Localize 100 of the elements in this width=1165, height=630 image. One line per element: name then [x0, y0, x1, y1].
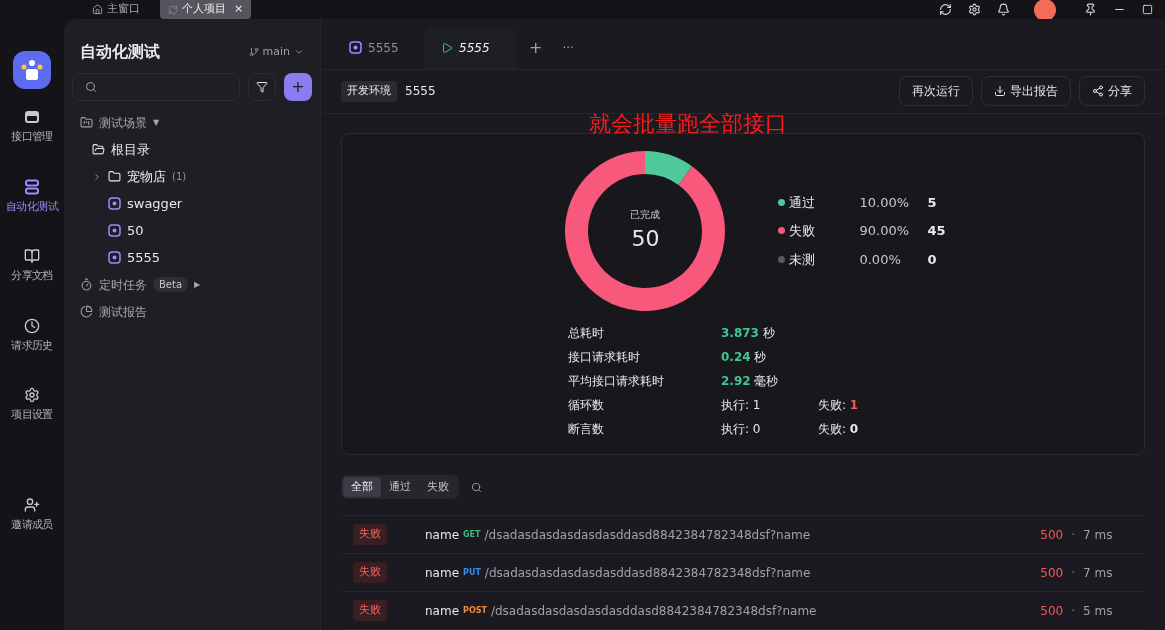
add-button[interactable]: +	[284, 73, 312, 101]
search-field[interactable]	[72, 73, 240, 101]
tree-section[interactable]: 测试场景 ▼	[76, 109, 308, 136]
test-case-icon	[108, 197, 121, 210]
filter-icon	[256, 81, 268, 93]
request-name: name	[425, 526, 460, 544]
editor-tab[interactable]: 5555	[425, 26, 517, 69]
test-case-icon	[108, 224, 121, 237]
method-label: GET	[463, 528, 481, 541]
tree-section[interactable]: 定时任务 Beta ▶	[76, 271, 308, 298]
toolbar-button[interactable]: 分享	[1079, 76, 1145, 107]
add-tab-button[interactable]: +	[517, 26, 555, 69]
env-tag[interactable]: 开发环境	[341, 81, 397, 102]
folder-item[interactable]: 宠物店 (1)	[92, 163, 308, 190]
maximize-icon[interactable]	[1142, 4, 1153, 15]
window-tab[interactable]: 个人项目 ×	[160, 0, 252, 19]
status-tag: 失败	[353, 524, 387, 545]
spinner-icon	[168, 4, 178, 15]
separator-dot: ·	[1071, 564, 1075, 582]
toolbar-button[interactable]: 再次运行	[899, 76, 973, 107]
editor-tab[interactable]: 5555	[333, 26, 425, 69]
status-code: 500	[1040, 602, 1064, 620]
download-icon	[994, 85, 1006, 98]
sync-icon[interactable]	[939, 3, 952, 16]
nav-item[interactable]: 分享文档	[11, 248, 53, 285]
filter-tab[interactable]: 全部	[343, 477, 381, 497]
nav-item[interactable]: 邀请成员	[11, 496, 53, 533]
nav-item[interactable]: 自动化测试	[5, 178, 59, 215]
filter-tab[interactable]: 失败	[419, 477, 457, 497]
api-icon	[24, 109, 40, 125]
stat-label: 断言数	[568, 420, 605, 438]
nav-item[interactable]: 请求历史	[11, 317, 53, 354]
book-icon	[24, 248, 40, 264]
stat-label: 接口请求耗时	[568, 348, 641, 366]
nav-item[interactable]: 项目设置	[11, 387, 53, 424]
status-tag: 失败	[353, 562, 387, 583]
request-path: /dsadasdasdasdasdasddasd8842384782348dsf?name	[484, 564, 811, 582]
stat-value: 0.24 秒	[721, 348, 768, 366]
stat-run: 执行: 1	[721, 396, 762, 414]
legend-label: 失败	[789, 222, 817, 240]
bell-icon[interactable]	[997, 3, 1010, 16]
method-label: PUT	[463, 566, 481, 579]
close-tab-button[interactable]: ×	[234, 1, 244, 18]
search-icon[interactable]	[471, 481, 482, 493]
window-tab[interactable]: 主窗口	[84, 0, 148, 19]
pin-icon[interactable]	[1084, 3, 1097, 16]
beta-badge: Beta	[153, 277, 189, 292]
legend-percent: 0.00%	[859, 250, 902, 269]
test-case-item[interactable]: swagger	[92, 190, 308, 217]
user-avatar[interactable]	[1034, 0, 1056, 21]
stat-label: 平均接口请求耗时	[568, 372, 665, 390]
response-time: 7 ms	[1083, 564, 1114, 582]
search-icon	[85, 81, 97, 93]
toolbar-button[interactable]: 导出报告	[981, 76, 1071, 107]
status-tag: 失败	[353, 600, 387, 621]
tree-section[interactable]: 测试报告	[76, 298, 308, 325]
filter-tab[interactable]: 通过	[381, 477, 419, 497]
result-row[interactable]: 失败 name GET /dsadasdasdasdasdasddasd8842384782348dsf?name 500 · 7 ms	[341, 516, 1145, 554]
caret-icon: ▼	[153, 116, 160, 129]
stat-failed: 失败: 0	[818, 420, 860, 438]
test-case-icon	[349, 41, 362, 55]
legend-label: 未测	[789, 250, 817, 269]
home-icon	[92, 4, 103, 15]
result-row[interactable]: 失败 name PUT /dsadasdasdasdasdasddasd8842384782348dsf?name 500 · 7 ms	[341, 554, 1145, 592]
donut-label: 已完成	[630, 207, 661, 222]
test-case-item[interactable]: 5555	[92, 244, 308, 271]
result-row[interactable]: 失败 name POST /dsadasdasdasdasdasddasd8842384782348dsf?name 500 · 5 ms	[341, 592, 1145, 630]
stat-value: 3.873 秒	[721, 324, 776, 342]
legend-count: 45	[927, 222, 946, 240]
chevron-down-icon	[294, 47, 304, 57]
folder-icon	[80, 116, 93, 129]
nav-item[interactable]: 接口管理	[11, 109, 53, 146]
branch-selector[interactable]: main	[248, 43, 304, 61]
caption-overlay: 就会批量跑全部接口	[589, 113, 787, 134]
team-icon	[19, 59, 45, 81]
legend-count: 0	[927, 250, 937, 269]
request-name: name	[425, 564, 460, 582]
separator-dot: ·	[1071, 602, 1075, 620]
more-button[interactable]: ···	[554, 26, 582, 69]
method-label: POST	[463, 604, 487, 617]
request-path: /dsadasdasdasdasdasddasd8842384782348dsf?name	[484, 526, 811, 544]
response-time: 7 ms	[1083, 526, 1114, 544]
filter-button[interactable]	[248, 73, 276, 101]
folder-item[interactable]: 根目录	[92, 136, 308, 163]
test-case-icon	[108, 251, 121, 264]
test-case-item[interactable]: 50	[92, 217, 308, 244]
settings-icon[interactable]	[968, 3, 981, 16]
share-icon	[1092, 85, 1104, 98]
status-code: 500	[1040, 526, 1064, 544]
status-code: 500	[1040, 564, 1064, 582]
pie-icon	[80, 305, 93, 318]
clock-icon	[24, 317, 40, 334]
folder-open-icon	[92, 143, 105, 156]
request-name: name	[425, 602, 460, 620]
expand-chevron-icon	[92, 171, 102, 182]
add-user-icon	[24, 496, 40, 513]
stat-failed: 失败: 1	[818, 396, 860, 414]
request-path: /dsadasdasdasdasdasddasd8842384782348dsf?name	[490, 602, 817, 620]
stat-label: 总耗时	[568, 324, 605, 342]
stat-run: 执行: 0	[721, 420, 762, 438]
